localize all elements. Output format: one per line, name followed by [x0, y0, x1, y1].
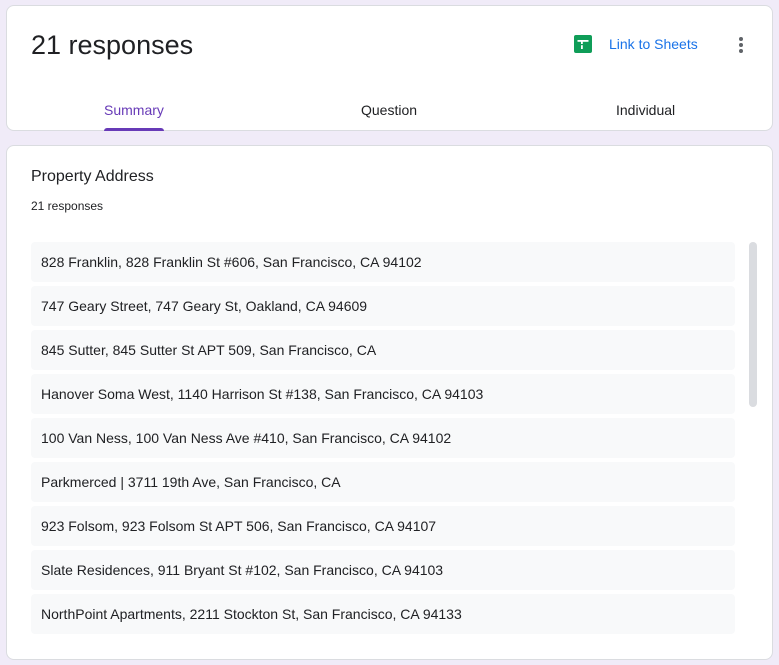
answer-item: 845 Sutter, 845 Sutter St APT 509, San F…	[31, 330, 735, 370]
link-to-sheets-button[interactable]: Link to Sheets	[573, 34, 698, 54]
answer-list-scrollbar	[749, 242, 757, 635]
scrollbar-thumb[interactable]	[749, 242, 757, 407]
more-vert-icon	[739, 37, 743, 41]
answer-item: Hanover Soma West, 1140 Harrison St #138…	[31, 374, 735, 414]
link-to-sheets-label: Link to Sheets	[609, 36, 698, 52]
answer-list[interactable]: 828 Franklin, 828 Franklin St #606, San …	[31, 242, 735, 635]
sheets-icon	[574, 35, 592, 53]
answer-item: 100 Van Ness, 100 Van Ness Ave #410, San…	[31, 418, 735, 458]
more-options-button[interactable]	[729, 33, 753, 57]
tab-question[interactable]: Question	[361, 101, 417, 119]
response-tabs: Summary Question Individual	[7, 90, 772, 132]
question-summary-card: Property Address 21 responses 828 Frankl…	[6, 145, 773, 660]
active-tab-indicator	[104, 128, 164, 131]
answer-item: 747 Geary Street, 747 Geary St, Oakland,…	[31, 286, 735, 326]
tab-summary[interactable]: Summary	[104, 101, 164, 119]
responses-count-title: 21 responses	[31, 30, 194, 60]
answer-item: 923 Folsom, 923 Folsom St APT 506, San F…	[31, 506, 735, 546]
answer-item: 828 Franklin, 828 Franklin St #606, San …	[31, 242, 735, 282]
question-response-count: 21 responses	[31, 199, 104, 213]
tab-individual[interactable]: Individual	[616, 101, 675, 119]
responses-header-card: 21 responses Link to Sheets Summary Ques…	[6, 5, 773, 131]
answer-item: Slate Residences, 911 Bryant St #102, Sa…	[31, 550, 735, 590]
question-title: Property Address	[31, 168, 154, 185]
answer-item: NorthPoint Apartments, 2211 Stockton St,…	[31, 594, 735, 634]
answer-item: Parkmerced | 3711 19th Ave, San Francisc…	[31, 462, 735, 502]
